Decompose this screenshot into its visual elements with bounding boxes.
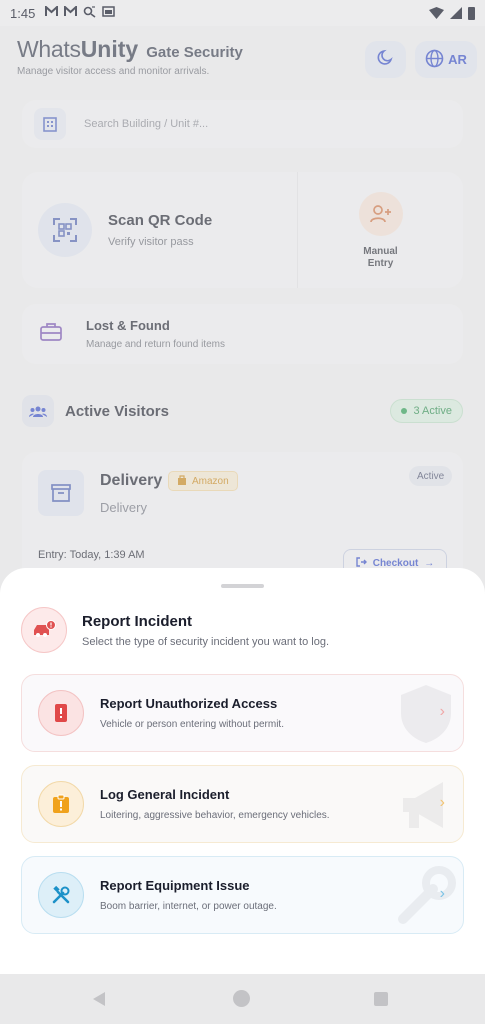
option-subtitle: Vehicle or person entering without permi…: [100, 719, 284, 730]
option-subtitle: Boom barrier, internet, or power outage.: [100, 901, 277, 912]
option-subtitle: Loitering, aggressive behavior, emergenc…: [100, 810, 330, 821]
recent-apps-icon[interactable]: [374, 992, 388, 1006]
wifi-icon: [429, 7, 444, 19]
chevron-right-icon: ›: [439, 885, 445, 902]
option-title: Report Unauthorized Access: [100, 696, 278, 711]
mail-icon: [64, 4, 78, 20]
status-bar: 1:45: [0, 0, 485, 26]
report-equipment-issue-option[interactable]: Report Equipment Issue Boom barrier, int…: [21, 856, 464, 934]
chevron-right-icon: ›: [439, 794, 445, 811]
wrench-icon: [393, 863, 459, 929]
sheet-title: Report Incident: [82, 612, 193, 630]
call-icon: [83, 5, 96, 21]
drag-handle[interactable]: [221, 584, 264, 588]
alert-phone-icon: [38, 690, 84, 736]
home-icon[interactable]: [233, 990, 250, 1007]
signal-icon: [450, 7, 462, 19]
log-general-incident-option[interactable]: Log General Incident Loitering, aggressi…: [21, 765, 464, 843]
report-incident-sheet: Report Incident Select the type of secur…: [0, 568, 485, 974]
tools-icon: [38, 872, 84, 918]
system-nav-bar: [0, 974, 485, 1024]
status-time: 1:45: [10, 5, 36, 21]
car-alert-icon: [21, 607, 67, 653]
sheet-subtitle: Select the type of security incident you…: [82, 635, 330, 648]
option-title: Log General Incident: [100, 787, 230, 802]
sheet-header: Report Incident Select the type of secur…: [21, 607, 329, 653]
back-icon[interactable]: [93, 992, 105, 1006]
megaphone-icon: [393, 772, 459, 838]
chevron-right-icon: ›: [439, 703, 445, 720]
battery-icon: [468, 6, 475, 20]
warning-clipboard-icon: [38, 781, 84, 827]
mail-icon: [45, 4, 59, 20]
option-title: Report Equipment Issue: [100, 878, 250, 893]
shield-icon: [393, 681, 459, 747]
report-unauthorized-access-option[interactable]: Report Unauthorized Access Vehicle or pe…: [21, 674, 464, 752]
cast-icon: [102, 6, 116, 20]
